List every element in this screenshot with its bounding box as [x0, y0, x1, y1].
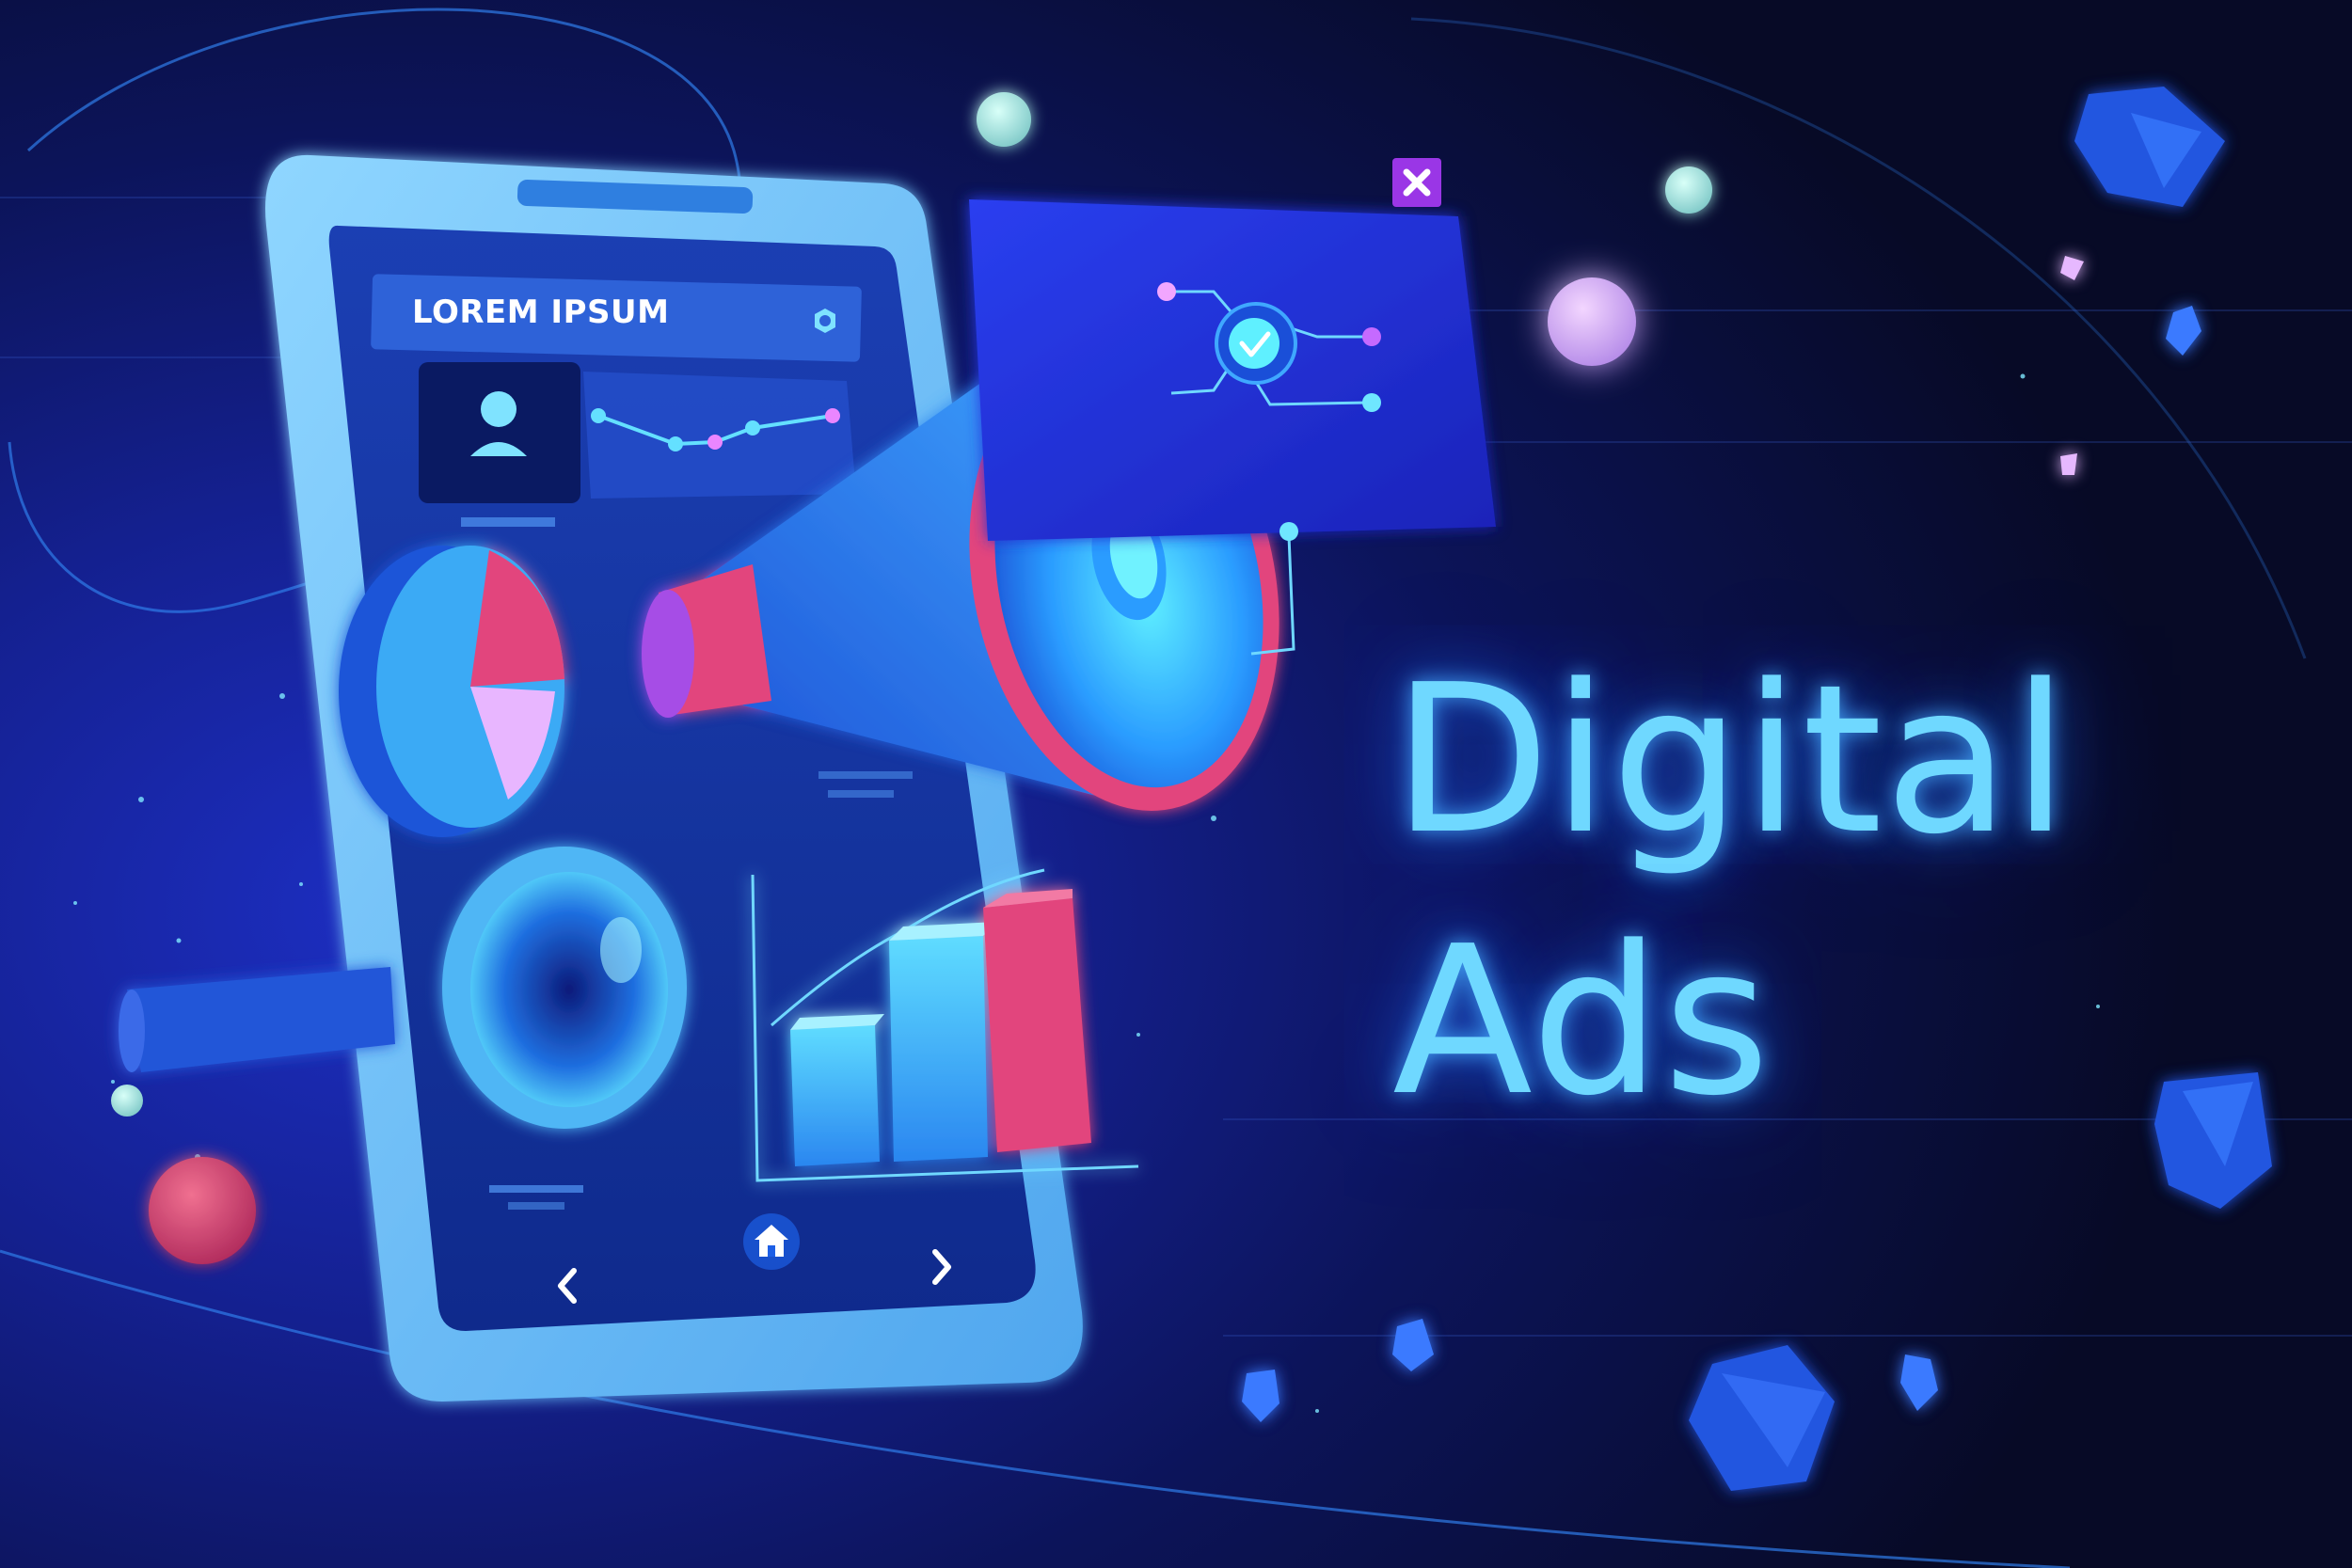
headline-line-2: Ads [1392, 903, 1772, 1141]
chevron-left-icon[interactable] [553, 1265, 581, 1307]
pie-chart [339, 546, 564, 837]
crystal-small-2 [1392, 1319, 1434, 1371]
orb-teal-left [111, 1085, 143, 1117]
crystal-small-4 [1900, 1354, 1938, 1411]
headline-line-1: Digital [1392, 641, 2072, 879]
close-icon[interactable] [1392, 158, 1441, 207]
gear-icon[interactable] [811, 307, 839, 335]
orb-teal-right [1665, 166, 1712, 214]
home-icon[interactable] [743, 1213, 800, 1270]
crystal-small-1 [2166, 306, 2201, 356]
crystal-pink-2 [2060, 453, 2077, 475]
orb-pink [149, 1157, 256, 1264]
headline: Digital Ads [1392, 658, 2071, 1125]
chevron-right-icon[interactable] [928, 1246, 956, 1288]
crystal-pink-1 [2060, 256, 2084, 280]
bar-1 [790, 1025, 880, 1166]
orb-lilac [1548, 277, 1636, 366]
orb-teal-top [977, 92, 1031, 147]
crystal-small-3 [1242, 1370, 1279, 1422]
bar-3 [983, 898, 1091, 1152]
phone-header-title: LOREM IPSUM [412, 293, 670, 331]
bar-2 [889, 936, 988, 1162]
